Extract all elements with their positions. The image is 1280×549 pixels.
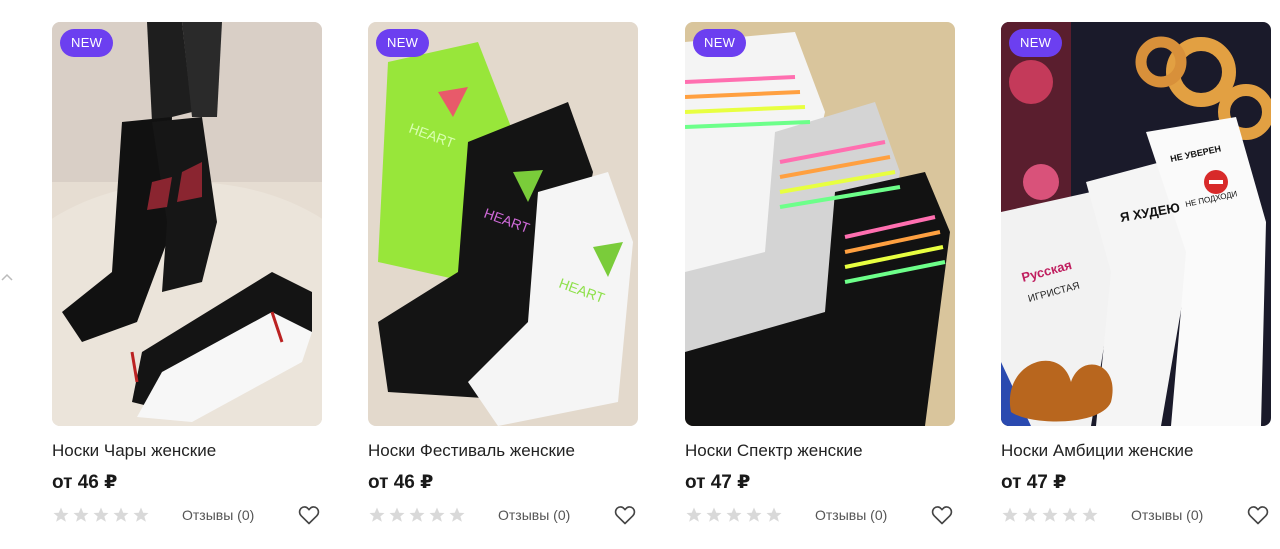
product-image[interactable]: NEW (52, 22, 322, 426)
star-icon (73, 507, 89, 522)
new-badge: NEW (60, 29, 114, 57)
heart-icon[interactable] (930, 503, 954, 527)
star-icon (746, 507, 762, 522)
star-icon (726, 507, 742, 522)
star-icon (389, 507, 405, 522)
star-icon (369, 507, 385, 522)
star-icon (133, 507, 149, 522)
reviews-link[interactable]: Отзывы (0) (498, 507, 570, 523)
heart-icon[interactable] (297, 503, 321, 527)
reviews-link[interactable]: Отзывы (0) (1131, 507, 1203, 523)
star-icon (766, 507, 782, 522)
product-image[interactable]: NEW (685, 22, 955, 426)
reviews-link[interactable]: Отзывы (0) (182, 507, 254, 523)
star-icon (1062, 507, 1078, 522)
star-icon (1022, 507, 1038, 522)
product-card[interactable]: Русская ИГРИСТАЯ Я ХУДЕЮ НЕ УВЕРЕН НЕ ПО… (1001, 22, 1271, 529)
product-grid: NEW Носки Чары женские от 46 ₽ Отзывы (0… (0, 22, 1280, 549)
product-title[interactable]: Носки Спектр женские (685, 440, 955, 462)
star-icon (1082, 507, 1098, 522)
new-badge: NEW (1009, 29, 1063, 57)
product-price: от 47 ₽ (685, 472, 751, 493)
product-price: от 47 ₽ (1001, 472, 1067, 493)
reviews-link[interactable]: Отзывы (0) (815, 507, 887, 523)
product-image[interactable]: Русская ИГРИСТАЯ Я ХУДЕЮ НЕ УВЕРЕН НЕ ПО… (1001, 22, 1271, 426)
star-icon (53, 507, 69, 522)
star-icon (449, 507, 465, 522)
product-price: от 46 ₽ (368, 472, 434, 493)
product-title[interactable]: Носки Фестиваль женские (368, 440, 638, 462)
star-icon (93, 507, 109, 522)
new-badge: NEW (376, 29, 430, 57)
star-icon (409, 507, 425, 522)
star-icon (706, 507, 722, 522)
product-title[interactable]: Носки Чары женские (52, 440, 322, 462)
rating-stars (1001, 506, 1099, 524)
rating-stars (685, 506, 783, 524)
star-icon (429, 507, 445, 522)
star-icon (686, 507, 702, 522)
product-price: от 46 ₽ (52, 472, 118, 493)
heart-icon[interactable] (613, 503, 637, 527)
product-card[interactable]: HEART HEART HEART NEW Носки Фестиваль же… (368, 22, 638, 529)
rating-stars (52, 506, 150, 524)
product-image[interactable]: HEART HEART HEART NEW (368, 22, 638, 426)
new-badge: NEW (693, 29, 747, 57)
product-card[interactable]: NEW Носки Чары женские от 46 ₽ Отзывы (0… (52, 22, 322, 529)
product-card[interactable]: NEW Носки Спектр женские от 47 ₽ Отзывы … (685, 22, 955, 529)
star-icon (113, 507, 129, 522)
rating-stars (368, 506, 466, 524)
heart-icon[interactable] (1246, 503, 1270, 527)
product-title[interactable]: Носки Амбиции женские (1001, 440, 1271, 462)
star-icon (1002, 507, 1018, 522)
star-icon (1042, 507, 1058, 522)
